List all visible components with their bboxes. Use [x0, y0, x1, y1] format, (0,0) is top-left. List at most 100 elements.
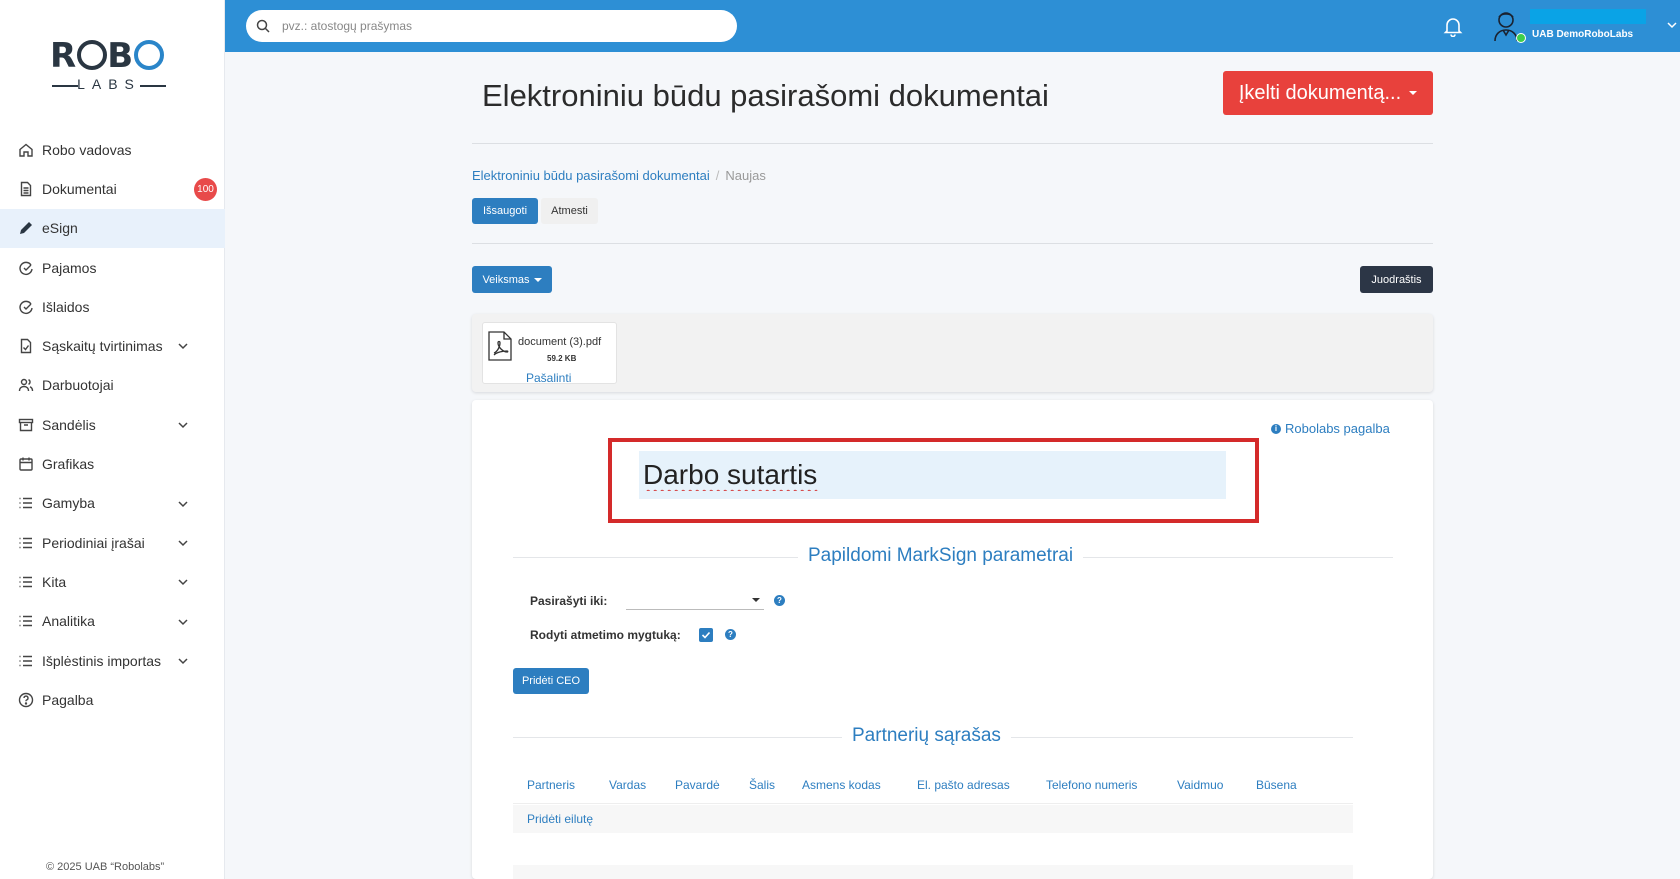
document-title-input[interactable] — [639, 451, 1226, 499]
sidebar-item-grafikas[interactable]: Grafikas — [0, 444, 225, 483]
sidebar-item-isplestinis-importas[interactable]: Išplėstinis importas — [0, 641, 225, 680]
list-icon — [18, 574, 34, 590]
chevron-down-icon[interactable] — [177, 419, 189, 431]
breadcrumb-parent-link[interactable]: Elektroniniu būdu pasirašomi dokumentai — [472, 168, 710, 183]
sidebar-item-darbuotojai[interactable]: Darbuotojai — [0, 366, 225, 405]
sidebar-item-gamyba[interactable]: Gamyba — [0, 484, 225, 523]
column-header[interactable]: Šalis — [749, 778, 775, 792]
column-header[interactable]: Asmens kodas — [802, 778, 881, 792]
search-bar[interactable] — [246, 10, 737, 42]
pdf-file-icon — [488, 331, 512, 361]
column-header[interactable]: El. pašto adresas — [917, 778, 1010, 792]
column-header[interactable]: Vardas — [609, 778, 646, 792]
action-dropdown-button[interactable]: Veiksmas — [472, 266, 552, 293]
chevron-down-icon[interactable] — [1666, 19, 1678, 31]
question-help-icon[interactable]: ? — [774, 595, 785, 606]
attachment-size: 59.2 KB — [547, 354, 577, 363]
topbar: UAB DemoRoboLabs — [225, 0, 1680, 52]
income-icon — [18, 260, 34, 276]
sidebar-item-dokumentai[interactable]: Dokumentai 100 — [0, 169, 225, 208]
sidebar-item-label: Periodiniai įrašai — [42, 534, 145, 551]
discard-button[interactable]: Atmesti — [541, 198, 598, 224]
sidebar-item-label: Robo vadovas — [42, 141, 132, 158]
add-ceo-button[interactable]: Pridėti CEO — [513, 668, 589, 694]
sidebar-item-periodiniai-irasai[interactable]: Periodiniai įrašai — [0, 523, 225, 562]
sidebar-item-pajamos[interactable]: Pajamos — [0, 248, 225, 287]
breadcrumb-current: Naujas — [725, 168, 766, 183]
chevron-down-icon[interactable] — [177, 340, 189, 352]
users-icon — [18, 377, 34, 393]
sign-until-label: Pasirašyti iki: — [530, 594, 608, 608]
expense-icon — [18, 299, 34, 315]
sidebar-item-label: Sąskaitų tvirtinimas — [42, 338, 163, 355]
company-name: UAB DemoRoboLabs — [1532, 29, 1634, 40]
sidebar-item-sandelis[interactable]: Sandėlis — [0, 405, 225, 444]
chevron-down-icon[interactable] — [177, 616, 189, 628]
list-icon — [18, 495, 34, 511]
list-icon — [18, 535, 34, 551]
sidebar-item-label: Pajamos — [42, 259, 97, 276]
add-row-link[interactable]: Pridėti eilutę — [527, 812, 593, 826]
question-help-icon[interactable]: ? — [725, 629, 736, 640]
caret-down-icon — [1409, 91, 1418, 95]
robolabs-logo[interactable]: RB LABS — [50, 36, 168, 94]
sidebar-item-analitika[interactable]: Analitika — [0, 602, 225, 641]
caret-down-icon — [533, 277, 542, 282]
upload-document-button[interactable]: Įkelti dokumentą... — [1223, 71, 1433, 115]
column-header[interactable]: Vaidmuo — [1177, 778, 1223, 792]
column-header[interactable]: Telefono numeris — [1046, 778, 1137, 792]
logo-robo: RB — [50, 36, 165, 76]
robolabs-help-link[interactable]: i Robolabs pagalba — [1271, 421, 1390, 436]
column-header[interactable]: Pavardė — [675, 778, 720, 792]
divider — [472, 243, 1433, 244]
sidebar-item-robo-vadovas[interactable]: Robo vadovas — [0, 130, 225, 169]
column-header[interactable]: Partneris — [527, 778, 575, 792]
archive-icon — [18, 417, 34, 433]
sidebar: RB LABS Robo vadovas Dokumentai 100 eSig… — [0, 0, 225, 879]
chevron-down-icon[interactable] — [177, 576, 189, 588]
search-input[interactable] — [282, 19, 702, 33]
search-icon — [256, 19, 270, 33]
show-reject-button-checkbox[interactable] — [699, 628, 713, 642]
save-button[interactable]: Išsaugoti — [472, 198, 538, 224]
partners-section-title: Partnerių sąrašas — [842, 725, 1011, 747]
sign-until-select[interactable] — [626, 590, 764, 610]
sidebar-item-esign[interactable]: eSign — [0, 208, 225, 248]
sidebar-item-label: eSign — [42, 220, 78, 237]
sidebar-item-label: Sandėlis — [42, 416, 96, 433]
sidebar-item-pagalba[interactable]: Pagalba — [0, 680, 225, 719]
home-icon — [18, 142, 34, 158]
marksign-section-title: Papildomi MarkSign parametrai — [798, 545, 1084, 567]
chevron-down-icon[interactable] — [177, 655, 189, 667]
divider — [472, 143, 1433, 144]
action-label: Veiksmas — [482, 273, 530, 286]
sidebar-item-islaidos[interactable]: Išlaidos — [0, 287, 225, 326]
pen-icon — [18, 220, 34, 236]
sidebar-item-label: Gamyba — [42, 495, 95, 512]
attachment-card[interactable]: document (3).pdf 59.2 KB Pašalinti — [482, 322, 617, 385]
show-reject-button-label: Rodyti atmetimo mygtuką: — [530, 628, 681, 642]
list-icon — [18, 613, 34, 629]
attachments-panel: document (3).pdf 59.2 KB Pašalinti — [472, 314, 1433, 392]
caret-down-icon — [752, 598, 760, 602]
logo-labs: LABS — [50, 76, 168, 92]
sidebar-item-label: Darbuotojai — [42, 377, 114, 394]
sidebar-item-saskaitu-tvirtinimas[interactable]: Sąskaitų tvirtinimas — [0, 326, 225, 365]
sidebar-nav: Robo vadovas Dokumentai 100 eSign Pajamo… — [0, 130, 225, 719]
sidebar-item-label: Kita — [42, 573, 67, 590]
bell-icon[interactable] — [1442, 15, 1464, 37]
remove-attachment-link[interactable]: Pašalinti — [526, 371, 571, 385]
chevron-down-icon[interactable] — [177, 498, 189, 510]
copyright: © 2025 UAB “Robolabs” — [46, 861, 165, 873]
column-header[interactable]: Būsena — [1256, 778, 1297, 792]
sidebar-item-kita[interactable]: Kita — [0, 562, 225, 601]
page-title: Elektroniniu būdu pasirašomi dokumentai — [482, 78, 1049, 113]
checkmark-icon — [701, 631, 711, 639]
status-draft-button[interactable]: Juodraštis — [1360, 266, 1433, 293]
sidebar-item-label: Pagalba — [42, 691, 94, 708]
sidebar-item-label: Išlaidos — [42, 298, 90, 315]
sidebar-item-label: Išplėstinis importas — [42, 652, 162, 669]
chevron-down-icon[interactable] — [177, 537, 189, 549]
table-footer-row — [513, 865, 1353, 879]
file-check-icon — [18, 338, 34, 354]
